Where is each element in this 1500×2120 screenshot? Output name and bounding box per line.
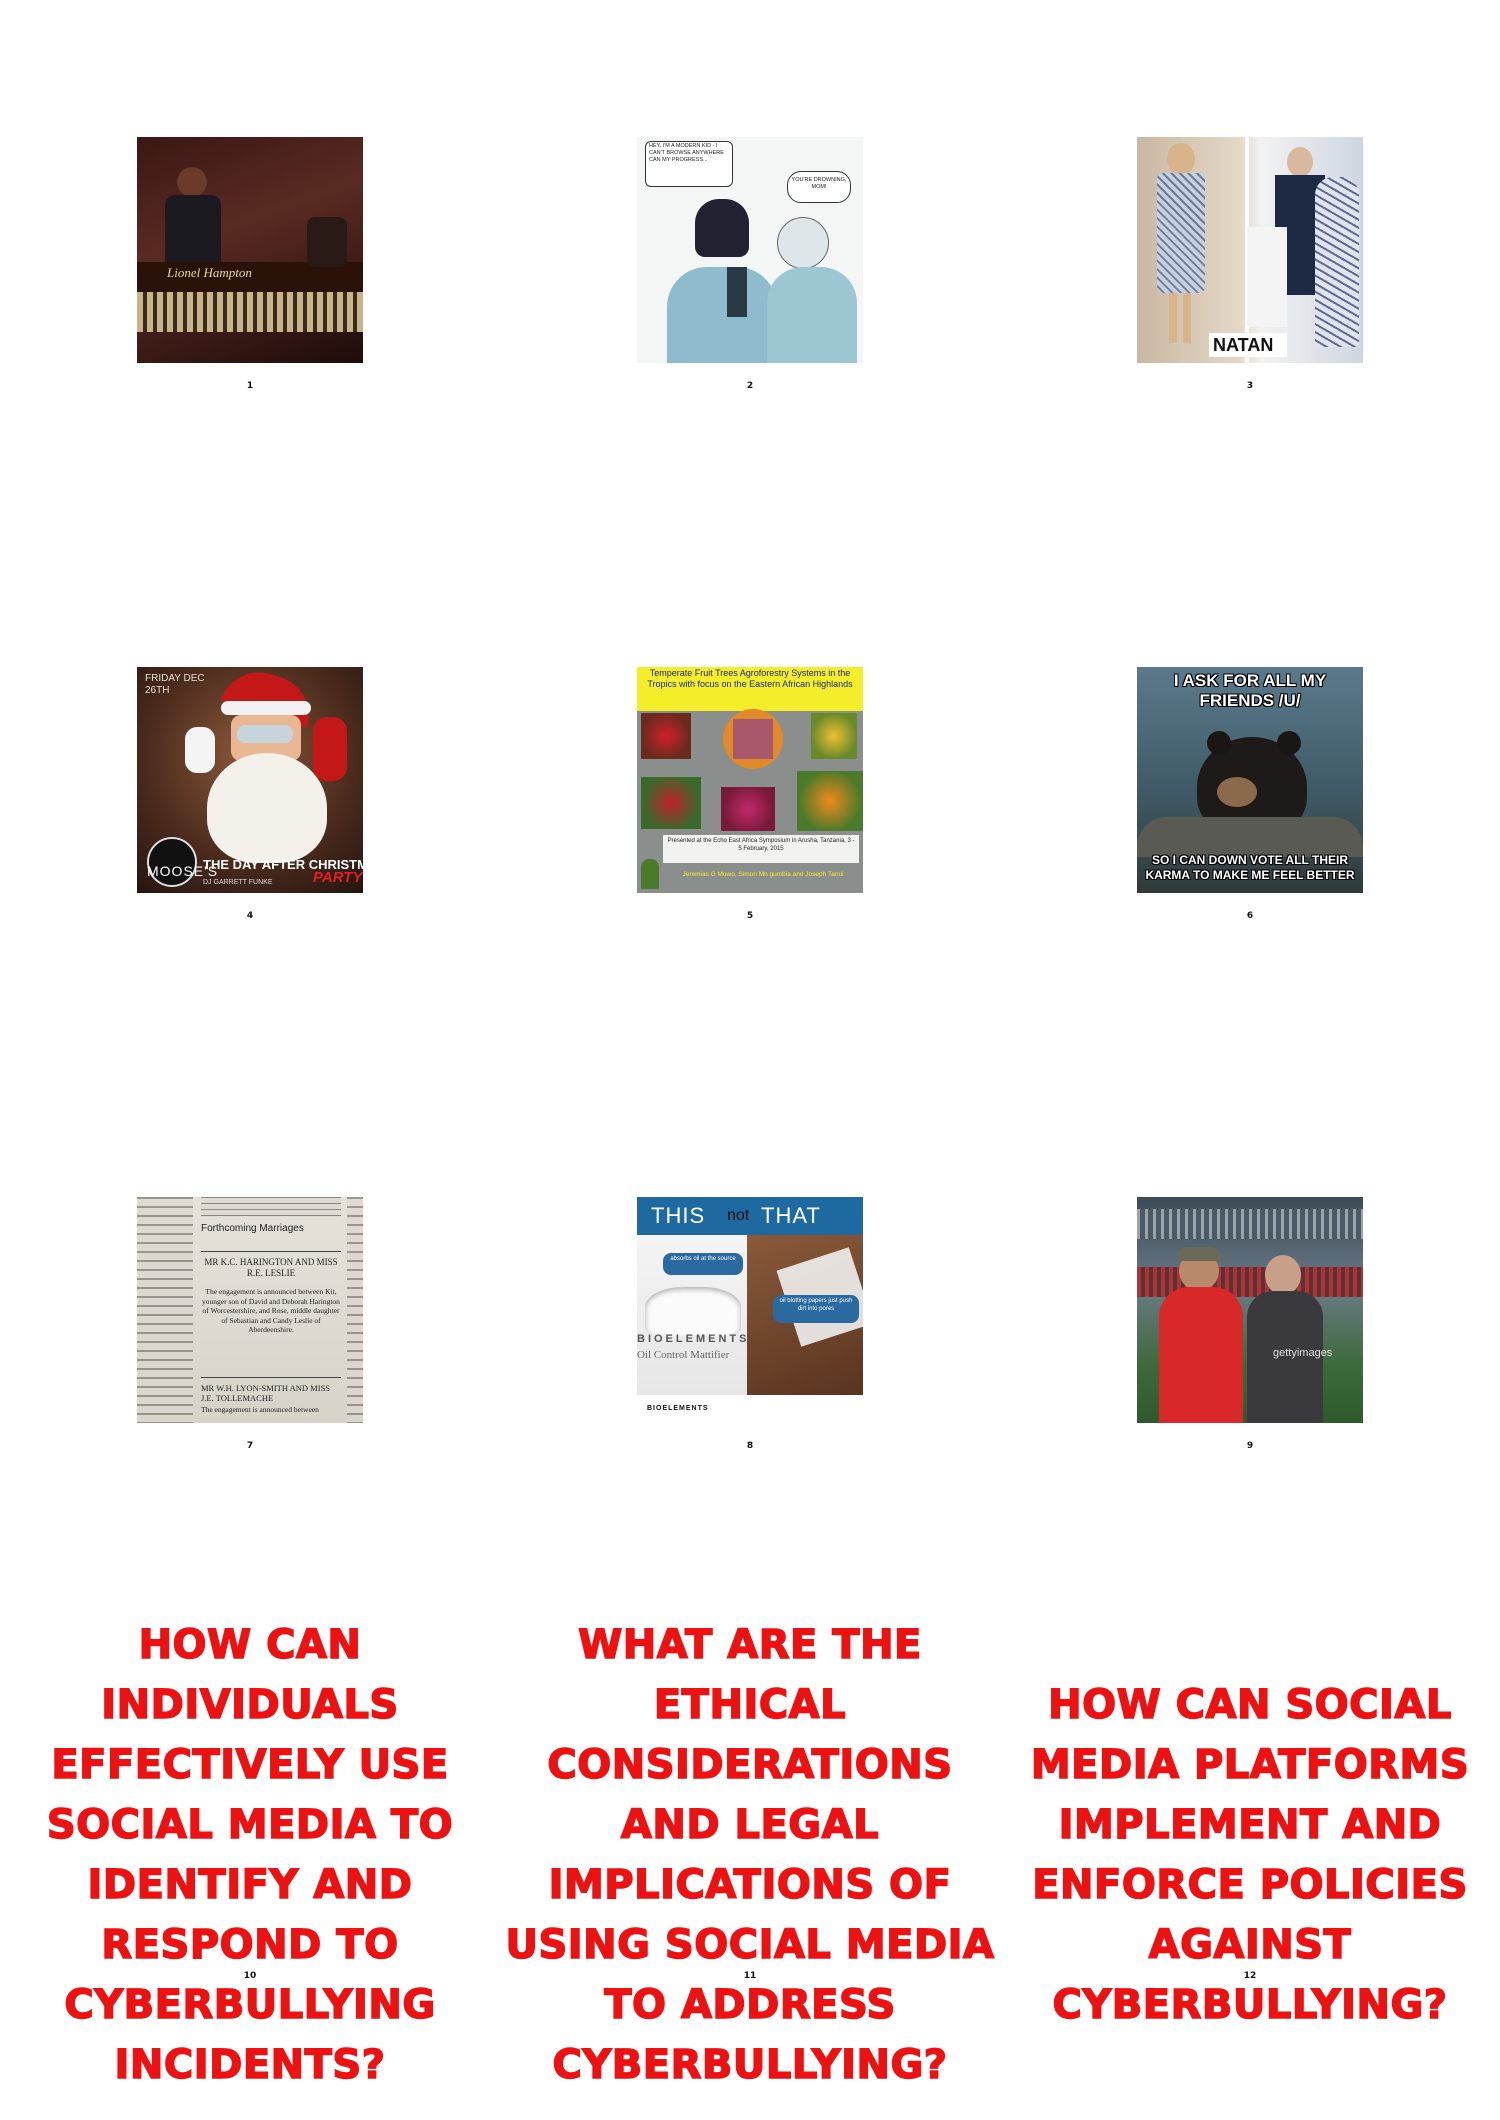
tile-number: 6 bbox=[1246, 911, 1254, 921]
newspaper-engagement-notice[interactable]: Forthcoming Marriages MR K.C. HARINGTON … bbox=[137, 1197, 363, 1423]
ad-product: Oil Control Mattifier bbox=[637, 1349, 730, 1361]
notice-body-2: The engagement is announced between bbox=[201, 1405, 319, 1414]
jazz-vibraphone-photo[interactable]: Lionel Hampton bbox=[137, 137, 363, 363]
slide-heading: Temperate Fruit Trees Agroforestry Syste… bbox=[647, 668, 853, 689]
tile-number: 12 bbox=[1243, 1971, 1257, 1981]
tile-number: 7 bbox=[246, 1441, 254, 1451]
confession-bear-meme[interactable]: I ASK FOR ALL MY FRIENDS /U/ SO I CAN DO… bbox=[1137, 667, 1363, 893]
tile-5: Temperate Fruit Trees Agroforestry Syste… bbox=[500, 530, 1000, 1060]
agroforestry-slide[interactable]: Temperate Fruit Trees Agroforestry Syste… bbox=[637, 667, 863, 893]
question-text: HOW CAN SOCIAL MEDIA PLATFORMS IMPLEMENT… bbox=[1030, 1681, 1470, 2029]
ad-brand: BIOELEMENTS bbox=[637, 1333, 750, 1345]
tile-7: Forthcoming Marriages MR K.C. HARINGTON … bbox=[0, 1060, 500, 1590]
watermark-text: gettyimages bbox=[1273, 1347, 1333, 1359]
tile-10: HOW CAN INDIVIDUALS EFFECTIVELY USE SOCI… bbox=[0, 1590, 500, 2120]
flyer-dj: DJ GARRETT FUNKE bbox=[203, 879, 273, 886]
notice-section: Forthcoming Marriages bbox=[201, 1223, 304, 1234]
tile-number: 8 bbox=[746, 1441, 754, 1451]
tile-1: Lionel Hampton 1 bbox=[0, 0, 500, 530]
flyer-date: FRIDAY DEC 26TH bbox=[145, 673, 205, 696]
tile-number: 1 bbox=[246, 381, 254, 391]
fashion-dress-photo[interactable]: NATAN bbox=[1137, 137, 1363, 363]
caption-text: NATAN bbox=[1213, 335, 1274, 355]
ad-that: THAT bbox=[761, 1203, 821, 1228]
flyer-party: PARTY bbox=[313, 869, 363, 886]
skincare-ad[interactable]: THIS not THAT absorbs oil at the source … bbox=[637, 1197, 863, 1423]
tile-number: 4 bbox=[246, 911, 254, 921]
ad-bubble-1: absorbs oil at the source bbox=[670, 1256, 736, 1262]
question-text: WHAT ARE THE ETHICAL CONSIDERATIONS AND … bbox=[505, 1621, 995, 2089]
tile-number: 10 bbox=[243, 1971, 257, 1981]
tile-number: 3 bbox=[1246, 381, 1254, 391]
tile-11: WHAT ARE THE ETHICAL CONSIDERATIONS AND … bbox=[500, 1590, 1000, 2120]
ad-not: not bbox=[727, 1207, 750, 1224]
tile-number: 2 bbox=[746, 381, 754, 391]
ad-footer: BIOELEMENTS bbox=[647, 1405, 709, 1412]
tile-12: HOW CAN SOCIAL MEDIA PLATFORMS IMPLEMENT… bbox=[1000, 1590, 1500, 2120]
notice-names-2: MR W.H. LYON-SMITH AND MISS J.E. TOLLEMA… bbox=[201, 1383, 331, 1403]
comic-bubble-right: YOU'RE DROWNING, MOM! bbox=[791, 177, 847, 190]
tile-9: gettyimages 9 bbox=[1000, 1060, 1500, 1590]
meme-top-text: I ASK FOR ALL MY FRIENDS /U/ bbox=[1173, 671, 1327, 710]
notice-body: The engagement is announced between Kit,… bbox=[202, 1287, 340, 1334]
stadium-players-photo[interactable]: gettyimages bbox=[1137, 1197, 1363, 1423]
tile-number: 11 bbox=[743, 1971, 757, 1981]
tile-4: FRIDAY DEC 26TH MOOSE'S THE DAY AFTER CH… bbox=[0, 530, 500, 1060]
question-text: HOW CAN INDIVIDUALS EFFECTIVELY USE SOCI… bbox=[46, 1621, 454, 2089]
slide-presented: Presented at the Echo East Africa Sympos… bbox=[667, 838, 855, 852]
caption-text: Lionel Hampton bbox=[167, 265, 252, 280]
santa-party-flyer[interactable]: FRIDAY DEC 26TH MOOSE'S THE DAY AFTER CH… bbox=[137, 667, 363, 893]
comic-bubble-left: HEY, I'M A MODERN KID - I CAN'T BROWSE A… bbox=[649, 143, 724, 163]
phone-comic-drawing[interactable]: HEY, I'M A MODERN KID - I CAN'T BROWSE A… bbox=[637, 137, 863, 363]
tile-6: I ASK FOR ALL MY FRIENDS /U/ SO I CAN DO… bbox=[1000, 530, 1500, 1060]
slide-authors: Jeremias G Mowo, Simon Mn gumbia and Jos… bbox=[682, 871, 844, 878]
meme-bottom-text: SO I CAN DOWN VOTE ALL THEIR KARMA TO MA… bbox=[1145, 853, 1355, 882]
tile-3: NATAN 3 bbox=[1000, 0, 1500, 530]
tile-grid: Lionel Hampton 1 HEY, I'M A MODERN KID -… bbox=[0, 0, 1500, 2120]
tile-number: 5 bbox=[746, 911, 754, 921]
tile-2: HEY, I'M A MODERN KID - I CAN'T BROWSE A… bbox=[500, 0, 1000, 530]
tile-number: 9 bbox=[1246, 1441, 1254, 1451]
ad-bubble-2: oil blotting papers just push dirt into … bbox=[779, 1298, 853, 1312]
ad-this: THIS bbox=[651, 1203, 706, 1228]
tile-8: THIS not THAT absorbs oil at the source … bbox=[500, 1060, 1000, 1590]
notice-names: MR K.C. HARINGTON AND MISS R.E. LESLIE bbox=[204, 1257, 338, 1278]
